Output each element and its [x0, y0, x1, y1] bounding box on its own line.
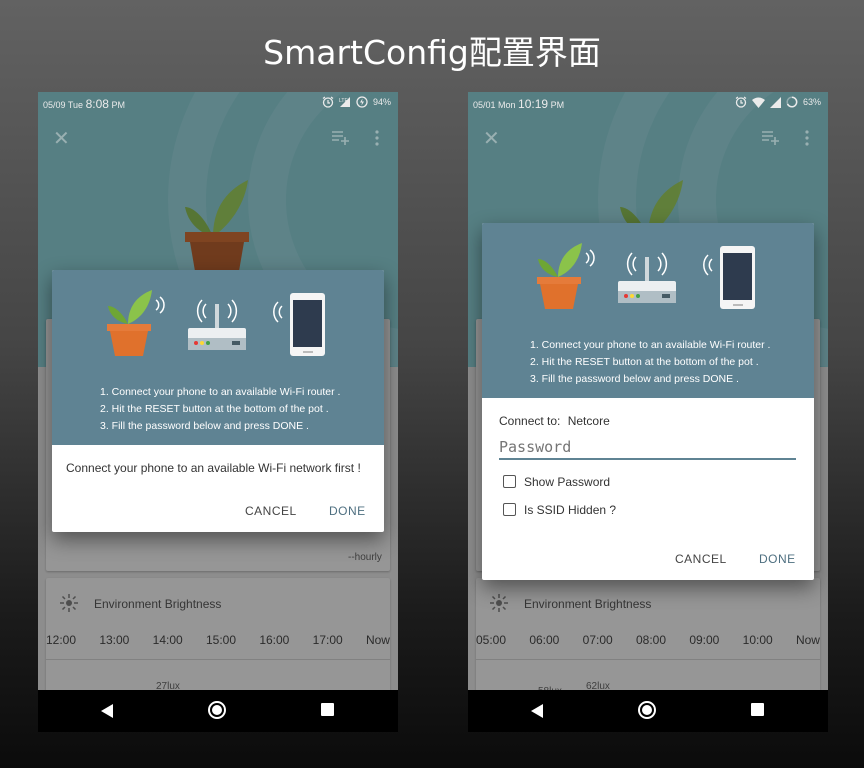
cancel-button[interactable]: CANCEL [245, 504, 297, 518]
step-2: 2. Hit the RESET button at the bottom of… [530, 356, 759, 368]
smartphone-icon [703, 246, 755, 309]
smartconfig-dialog: 1. Connect your phone to an available Wi… [482, 223, 814, 580]
router-icon [188, 299, 246, 350]
router-icon [618, 252, 676, 303]
ssid-hidden-label[interactable]: Is SSID Hidden ? [524, 503, 616, 517]
step-3: 3. Fill the password below and press DON… [530, 373, 739, 385]
done-button[interactable]: DONE [759, 552, 796, 566]
navigation-bar [38, 690, 398, 732]
app-screen: 05/01 Mon 10:19 PM 63% ✕ Environment Bri… [468, 92, 828, 690]
setup-steps: 1. Connect your phone to an available Wi… [100, 384, 340, 435]
navigation-bar [468, 690, 828, 732]
ssid-value: Netcore [567, 414, 610, 428]
wifi-warning-message: Connect your phone to an available Wi-Fi… [66, 461, 361, 475]
step-1: 1. Connect your phone to an available Wi… [100, 386, 341, 398]
dialog-header: 1. Connect your phone to an available Wi… [482, 223, 814, 398]
step-1: 1. Connect your phone to an available Wi… [530, 339, 771, 351]
show-password-label[interactable]: Show Password [524, 475, 610, 489]
app-screen: 05/09 Tue 8:08 PM LTE 94% ✕ --hourly Env… [38, 92, 398, 690]
cancel-button[interactable]: CANCEL [675, 552, 727, 566]
smartphone-icon [273, 293, 325, 356]
smartconfig-dialog: 1. Connect your phone to an available Wi… [52, 270, 384, 532]
back-icon[interactable] [101, 704, 113, 718]
back-icon[interactable] [531, 704, 543, 718]
phone-left: 05/09 Tue 8:08 PM LTE 94% ✕ --hourly Env… [38, 92, 398, 732]
setup-steps: 1. Connect your phone to an available Wi… [530, 337, 770, 388]
step-3: 3. Fill the password below and press DON… [100, 420, 309, 432]
home-icon[interactable] [638, 701, 656, 719]
plant-icon [107, 290, 165, 356]
phone-right: 05/01 Mon 10:19 PM 63% ✕ Environment Bri… [468, 92, 828, 732]
ssid-hidden-checkbox[interactable] [503, 503, 516, 516]
connect-to-label: Connect to: [499, 414, 561, 428]
dialog-header: 1. Connect your phone to an available Wi… [52, 270, 384, 445]
recents-icon[interactable] [751, 703, 764, 716]
recents-icon[interactable] [321, 703, 334, 716]
done-button[interactable]: DONE [329, 504, 366, 518]
home-icon[interactable] [208, 701, 226, 719]
password-input[interactable] [499, 436, 796, 460]
page-heading: SmartConfig配置界面 [263, 33, 601, 72]
plant-icon [537, 243, 595, 309]
show-password-checkbox[interactable] [503, 475, 516, 488]
step-2: 2. Hit the RESET button at the bottom of… [100, 403, 329, 415]
connect-to-row: Connect to: Netcore [499, 414, 610, 428]
